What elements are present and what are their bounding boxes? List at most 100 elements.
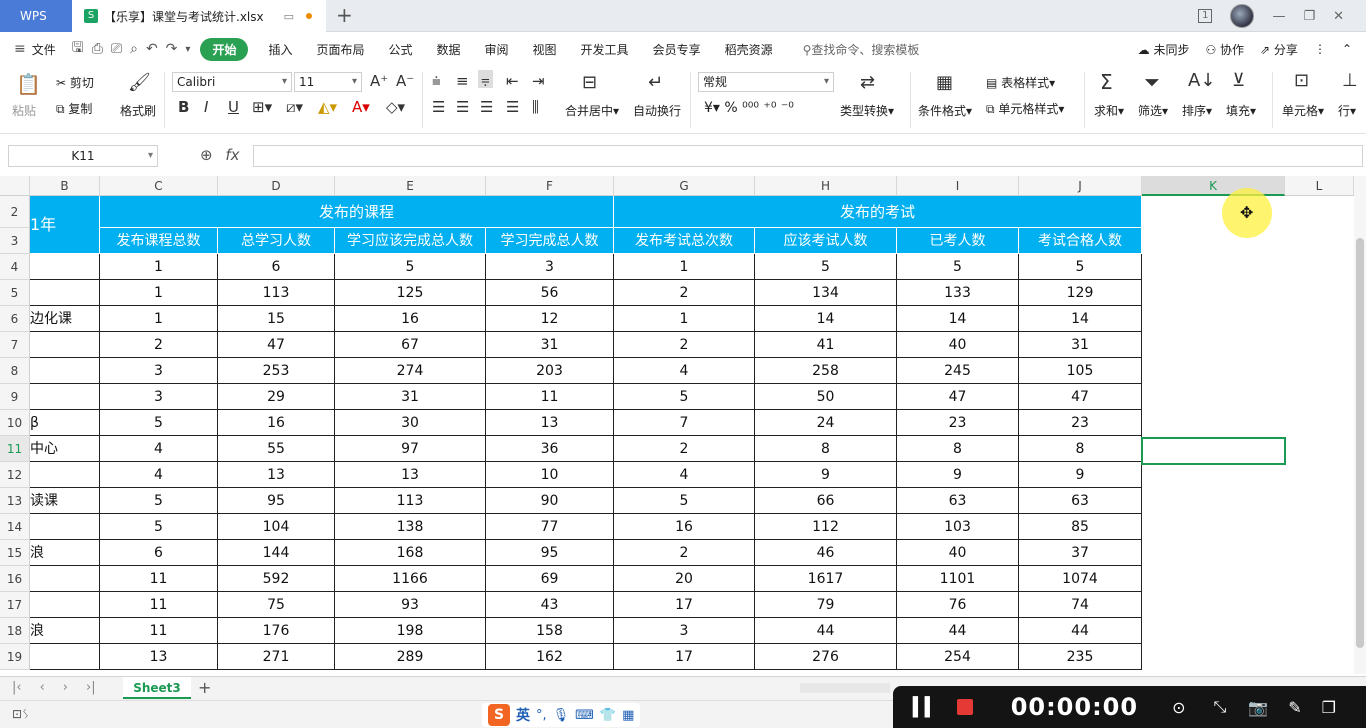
print-icon[interactable]: ⎚ — [107, 41, 126, 57]
table-cell[interactable]: 144 — [218, 540, 335, 566]
table-cell[interactable]: 67 — [335, 332, 486, 358]
cell-b[interactable] — [30, 358, 100, 384]
more-options-icon[interactable]: ⋮ — [1314, 42, 1326, 56]
table-cell[interactable]: 12 — [486, 306, 614, 332]
hamburger-icon[interactable]: ≡ — [10, 41, 30, 57]
spreadsheet-grid[interactable]: B C D E F G H I J K L 1年 发布的课程 发布的考试 234… — [0, 176, 1366, 676]
table-cell[interactable]: 37 — [1019, 540, 1142, 566]
table-cell[interactable]: 47 — [1019, 384, 1142, 410]
table-cell[interactable]: 69 — [486, 566, 614, 592]
type-convert-button[interactable]: 类型转换▾ — [840, 102, 894, 119]
col-header-d[interactable]: D — [218, 176, 335, 196]
bold-icon[interactable]: B — [178, 98, 189, 116]
tab-insert[interactable]: 插入 — [256, 41, 304, 58]
table-cell[interactable]: 66 — [755, 488, 897, 514]
convert-icon[interactable]: ⇄ — [860, 72, 875, 93]
tab-docer[interactable]: 稻壳资源 — [713, 41, 785, 58]
merge-icon[interactable]: ⊟ — [582, 72, 597, 93]
table-cell[interactable]: 17 — [614, 592, 755, 618]
scroll-thumb[interactable] — [1356, 238, 1364, 648]
add-sheet-button[interactable]: + — [198, 678, 211, 697]
column-header-cell[interactable]: 总学习人数 — [218, 228, 335, 254]
align-right-icon[interactable]: ☰ — [480, 98, 493, 116]
table-cell[interactable]: 97 — [335, 436, 486, 462]
col-header-k[interactable]: K — [1142, 176, 1285, 196]
table-cell[interactable]: 31 — [1019, 332, 1142, 358]
cell-style-icon[interactable]: ⧄▾ — [286, 98, 303, 116]
share-button[interactable]: ⇗ 分享 — [1260, 41, 1298, 58]
cell-b[interactable]: 中心 — [30, 436, 100, 462]
sort-icon[interactable]: A↓ — [1188, 70, 1215, 91]
table-cell[interactable]: 1074 — [1019, 566, 1142, 592]
last-sheet-icon[interactable]: ›| — [86, 680, 96, 695]
table-cell[interactable]: 36 — [486, 436, 614, 462]
avatar[interactable] — [1230, 4, 1255, 28]
cell-b[interactable] — [30, 644, 100, 670]
table-cell[interactable]: 2 — [100, 332, 218, 358]
table-cell[interactable]: 254 — [897, 644, 1019, 670]
table-cell[interactable]: 7 — [614, 410, 755, 436]
collaborate-button[interactable]: ⚇ 协作 — [1205, 41, 1244, 58]
table-cell[interactable]: 16 — [614, 514, 755, 540]
table-cell[interactable]: 77 — [486, 514, 614, 540]
column-header-cell[interactable]: 已考人数 — [897, 228, 1019, 254]
cell-b[interactable] — [30, 566, 100, 592]
table-cell[interactable]: 79 — [755, 592, 897, 618]
table-cell[interactable]: 11 — [100, 566, 218, 592]
row-header-2[interactable]: 2 — [0, 196, 30, 228]
sogou-icon[interactable]: S — [488, 704, 510, 726]
table-cell[interactable]: 5 — [100, 488, 218, 514]
table-cell[interactable]: 276 — [755, 644, 897, 670]
new-tab-button[interactable]: + — [336, 4, 353, 26]
table-cell[interactable]: 29 — [218, 384, 335, 410]
conditional-format-icon[interactable]: ▦ — [936, 72, 953, 93]
table-cell[interactable]: 176 — [218, 618, 335, 644]
filter-icon[interactable]: ⏷ — [1144, 70, 1160, 94]
tab-formulas[interactable]: 公式 — [376, 41, 424, 58]
table-cell[interactable]: 6 — [100, 540, 218, 566]
table-cell[interactable]: 1 — [100, 280, 218, 306]
grow-font-icon[interactable]: A⁺ — [370, 72, 388, 90]
table-cell[interactable]: 23 — [897, 410, 1019, 436]
col-header-h[interactable]: H — [755, 176, 897, 196]
column-header-cell[interactable]: 应该考试人数 — [755, 228, 897, 254]
table-cell[interactable]: 258 — [755, 358, 897, 384]
table-cell[interactable]: 47 — [218, 332, 335, 358]
tab-member[interactable]: 会员专享 — [641, 41, 713, 58]
table-cell[interactable]: 1 — [614, 254, 755, 280]
col-header-f[interactable]: F — [486, 176, 614, 196]
sheet-tab-sheet3[interactable]: Sheet3 — [123, 677, 191, 699]
cell-b[interactable] — [30, 280, 100, 306]
macro-icon[interactable]: ⊡ᛊ — [12, 707, 29, 721]
table-cell[interactable]: 133 — [897, 280, 1019, 306]
table-cell[interactable]: 3 — [100, 358, 218, 384]
table-cell[interactable]: 1101 — [897, 566, 1019, 592]
export-icon[interactable]: ⎙ — [88, 41, 107, 57]
sort-button[interactable]: 排序▾ — [1182, 102, 1212, 119]
table-cell[interactable]: 253 — [218, 358, 335, 384]
tab-home[interactable]: 开始 — [200, 37, 249, 61]
table-cell[interactable]: 113 — [335, 488, 486, 514]
justify-icon[interactable]: ☰ — [506, 98, 519, 116]
table-cell[interactable]: 6 — [218, 254, 335, 280]
table-style-button[interactable]: ▤ 表格样式▾ — [986, 74, 1055, 91]
command-search[interactable]: ⚲查找命令、搜索模板 — [785, 41, 920, 58]
align-top-icon[interactable]: ⩧ — [432, 72, 441, 90]
table-cell[interactable]: 8 — [755, 436, 897, 462]
zoom-icon[interactable]: ⊕ — [200, 146, 213, 164]
name-box[interactable]: K11 — [8, 145, 158, 167]
table-cell[interactable]: 2 — [614, 332, 755, 358]
table-cell[interactable]: 4 — [614, 462, 755, 488]
next-sheet-icon[interactable]: › — [63, 680, 68, 695]
row-header-8[interactable]: 8 — [0, 358, 30, 384]
table-cell[interactable]: 63 — [1019, 488, 1142, 514]
table-cell[interactable]: 271 — [218, 644, 335, 670]
table-cell[interactable]: 104 — [218, 514, 335, 540]
fx-icon[interactable]: fx — [225, 146, 239, 164]
indent-decrease-icon[interactable]: ⇤ — [506, 72, 519, 90]
distribute-icon[interactable]: ⫼ — [532, 98, 539, 116]
cell-button[interactable]: 单元格▾ — [1282, 102, 1324, 119]
table-cell[interactable]: 162 — [486, 644, 614, 670]
table-cell[interactable]: 95 — [486, 540, 614, 566]
paste-button[interactable]: 粘贴 — [12, 102, 36, 119]
